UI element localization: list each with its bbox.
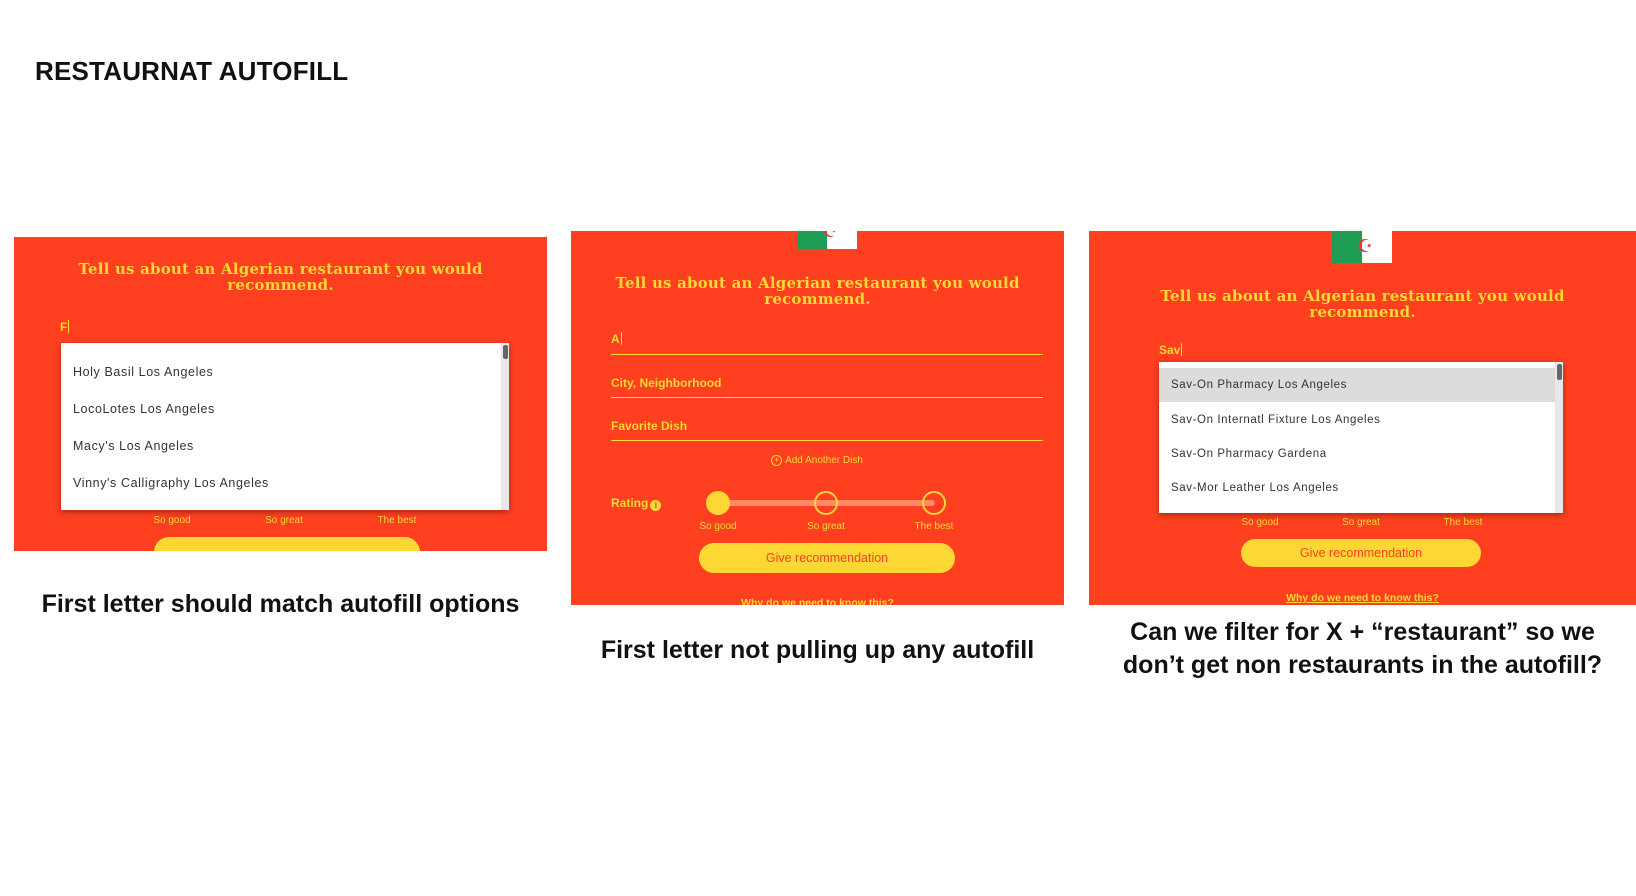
autofill-option[interactable]: Macy's Los Angeles	[61, 439, 501, 453]
city-neighborhood-input[interactable]: City, Neighborhood	[611, 376, 1043, 398]
form-heading: Tell us about an Algerian restaurant you…	[615, 274, 1020, 308]
give-recommendation-button[interactable]: Give recommendation	[1241, 539, 1481, 567]
autofill-option[interactable]: LocoLotes Los Angeles	[61, 402, 501, 416]
rating-label: Rating i	[611, 496, 662, 511]
rating-label-the-best: The best	[1443, 517, 1483, 528]
dropdown-scrollbar[interactable]	[501, 343, 509, 510]
dish-placeholder: Favorite Dish	[611, 419, 688, 433]
info-icon[interactable]: i	[650, 500, 662, 511]
form-heading: Tell us about an Algerian restaurant you…	[78, 260, 483, 294]
rating-knob-the-best[interactable]	[922, 491, 946, 515]
caption-panel-3: Can we filter for X + “restaurant” so we…	[1089, 616, 1636, 682]
autofill-option[interactable]: Vinny's Calligraphy Los Angeles	[61, 476, 501, 490]
rating-label-so-good: So good	[699, 521, 737, 532]
autofill-option-highlighted[interactable]: Sav-On Pharmacy Los Angeles	[1159, 368, 1555, 402]
give-recommendation-button[interactable]: Give recommendation	[699, 543, 955, 573]
rating-label-the-best: The best	[914, 521, 954, 532]
autofill-option[interactable]: Sav-Mor Leather Los Angeles	[1159, 482, 1555, 494]
plus-circle-icon: +	[771, 455, 783, 466]
autofill-option[interactable]: Sav-On Internatl Fixture Los Angeles	[1159, 414, 1555, 426]
autofill-dropdown[interactable]: Sav-On Pharmacy Los Angeles Sav-On Inter…	[1159, 362, 1563, 513]
rating-knob-so-good[interactable]	[706, 491, 730, 515]
input-value: Sav	[1159, 343, 1181, 357]
text-caret	[68, 320, 70, 333]
dropdown-scrollbar[interactable]	[1555, 362, 1563, 513]
rating-label-so-good: So good	[153, 515, 191, 526]
autofill-dropdown[interactable]: Holy Basil Los Angeles LocoLotes Los Ang…	[61, 343, 509, 510]
caption-panel-1: First letter should match autofill optio…	[41, 590, 520, 618]
screenshot-panel-2: ☪ Tell us about an Algerian restaurant y…	[571, 231, 1064, 605]
rating-label-so-great: So great	[265, 515, 303, 526]
scrollbar-thumb[interactable]	[1557, 364, 1562, 380]
form-heading: Tell us about an Algerian restaurant you…	[1160, 287, 1565, 321]
caption-line-2: don’t get non restaurants in the autofil…	[1122, 651, 1603, 679]
favorite-dish-input[interactable]: Favorite Dish	[611, 419, 1043, 441]
algeria-flag-icon: ☪	[1332, 231, 1392, 263]
rating-label-the-best: The best	[377, 515, 417, 526]
screenshot-panel-1: Tell us about an Algerian restaurant you…	[14, 237, 547, 551]
screenshot-panel-3: ☪ Tell us about an Algerian restaurant y…	[1089, 231, 1636, 605]
add-another-dish-button[interactable]: + Add Another Dish	[717, 455, 917, 466]
caption-panel-2: First letter not pulling up any autofill	[600, 636, 1035, 664]
input-value: F	[60, 320, 68, 334]
city-placeholder: City, Neighborhood	[611, 376, 722, 390]
give-recommendation-button[interactable]	[154, 537, 420, 551]
rating-text: Rating	[611, 496, 649, 510]
autofill-option[interactable]: Sav-On Pharmacy Gardena	[1159, 448, 1555, 460]
caption-line-1: Can we filter for X + “restaurant” so we	[1130, 618, 1595, 646]
rating-label-so-great: So great	[807, 521, 845, 532]
text-caret	[620, 332, 622, 345]
input-value: A	[611, 332, 620, 346]
algeria-flag-icon: ☪	[797, 231, 857, 249]
restaurant-name-input[interactable]: Sav	[1159, 343, 1359, 361]
restaurant-name-input[interactable]: F	[60, 320, 360, 338]
page-title: RESTAURNAT AUTOFILL	[35, 56, 349, 86]
add-dish-label: Add Another Dish	[785, 455, 863, 466]
why-know-this-link[interactable]: Why do we need to know this?	[1089, 592, 1636, 604]
why-know-this-link[interactable]: Why do we need to know this?	[571, 597, 1064, 605]
rating-label-so-great: So great	[1342, 517, 1380, 528]
text-caret	[1181, 343, 1183, 356]
autofill-option[interactable]: Holy Basil Los Angeles	[61, 365, 501, 379]
restaurant-name-input[interactable]: A	[611, 332, 1043, 355]
rating-knob-so-great[interactable]	[814, 491, 838, 515]
rating-label-so-good: So good	[1241, 517, 1279, 528]
scrollbar-thumb[interactable]	[503, 345, 508, 359]
